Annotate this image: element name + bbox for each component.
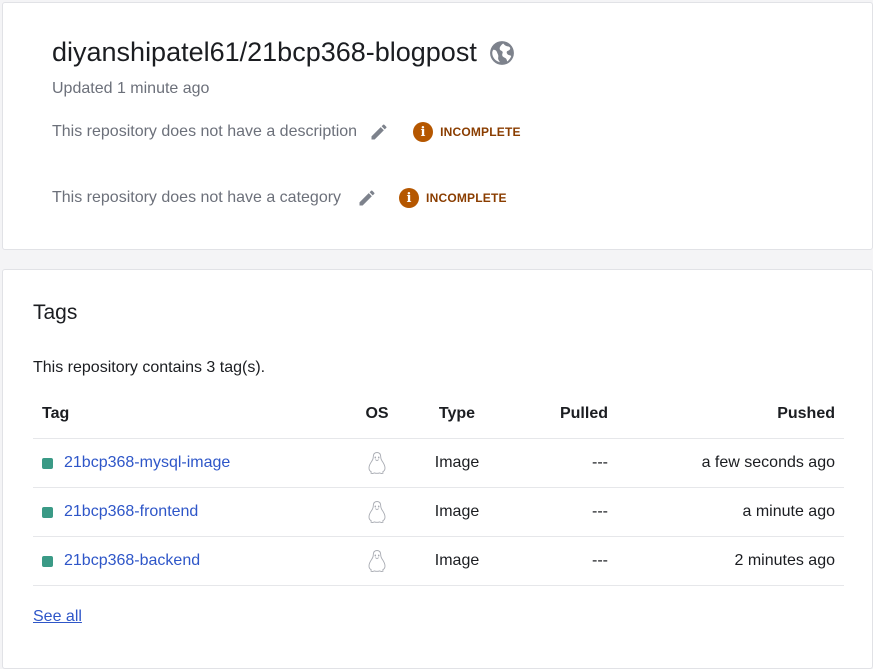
tags-count-text: This repository contains 3 tag(s).	[33, 359, 266, 376]
badge-label: INCOMPLETE	[440, 125, 521, 139]
repository-title: diyanshipatel61/21bcp368-blogpost	[52, 37, 477, 67]
last-updated-text: Updated 1 minute ago	[52, 80, 210, 97]
tag-pulled: ---	[592, 454, 608, 471]
tag-type: Image	[434, 552, 480, 569]
description-status-badge: i INCOMPLETE	[413, 122, 521, 142]
table-row: 21bcp368-frontend Image --- a minute ago	[33, 488, 844, 537]
tag-type: Image	[434, 454, 480, 471]
edit-category-pencil-icon[interactable]	[357, 188, 377, 208]
category-status-badge: i INCOMPLETE	[399, 188, 507, 208]
tags-card: Tags This repository contains 3 tag(s). …	[2, 269, 873, 669]
tag-pushed: 2 minutes ago	[734, 552, 835, 569]
repository-title-row: diyanshipatel61/21bcp368-blogpost	[52, 37, 515, 68]
tag-link[interactable]: 21bcp368-backend	[64, 552, 200, 570]
category-row: This repository does not have a category…	[52, 188, 507, 208]
category-text: This repository does not have a category	[52, 189, 342, 206]
column-header-type: Type	[438, 405, 476, 422]
tag-link[interactable]: 21bcp368-mysql-image	[64, 454, 230, 472]
linux-icon	[368, 550, 386, 572]
badge-label: INCOMPLETE	[426, 191, 507, 205]
description-row: This repository does not have a descript…	[52, 122, 521, 142]
tag-pushed: a minute ago	[742, 503, 835, 520]
tag-pulled: ---	[592, 552, 608, 569]
status-dot	[42, 506, 53, 518]
tags-table-header: Tag OS Type Pulled Pushed	[33, 390, 844, 439]
info-icon: i	[413, 122, 434, 142]
tag-link[interactable]: 21bcp368-frontend	[64, 503, 198, 521]
status-dot	[42, 555, 53, 567]
table-row: 21bcp368-mysql-image Image --- a few sec…	[33, 439, 844, 488]
column-header-pulled: Pulled	[559, 405, 608, 422]
tag-type: Image	[434, 503, 480, 520]
edit-description-pencil-icon[interactable]	[369, 122, 389, 142]
column-header-pushed: Pushed	[777, 405, 835, 422]
status-dot	[42, 457, 53, 469]
description-text: This repository does not have a descript…	[52, 123, 358, 140]
linux-icon	[368, 501, 386, 523]
column-header-tag: Tag	[42, 405, 70, 422]
tag-pulled: ---	[592, 503, 608, 520]
tag-pushed: a few seconds ago	[701, 454, 835, 471]
globe-icon	[489, 40, 514, 65]
table-row: 21bcp368-backend Image --- 2 minutes ago	[33, 537, 844, 586]
tags-heading: Tags	[33, 301, 78, 324]
info-icon: i	[399, 188, 420, 208]
repository-summary-card: diyanshipatel61/21bcp368-blogpost Update…	[2, 2, 873, 250]
see-all-link[interactable]: See all	[33, 608, 82, 626]
column-header-os: OS	[365, 405, 389, 422]
linux-icon	[368, 452, 386, 474]
